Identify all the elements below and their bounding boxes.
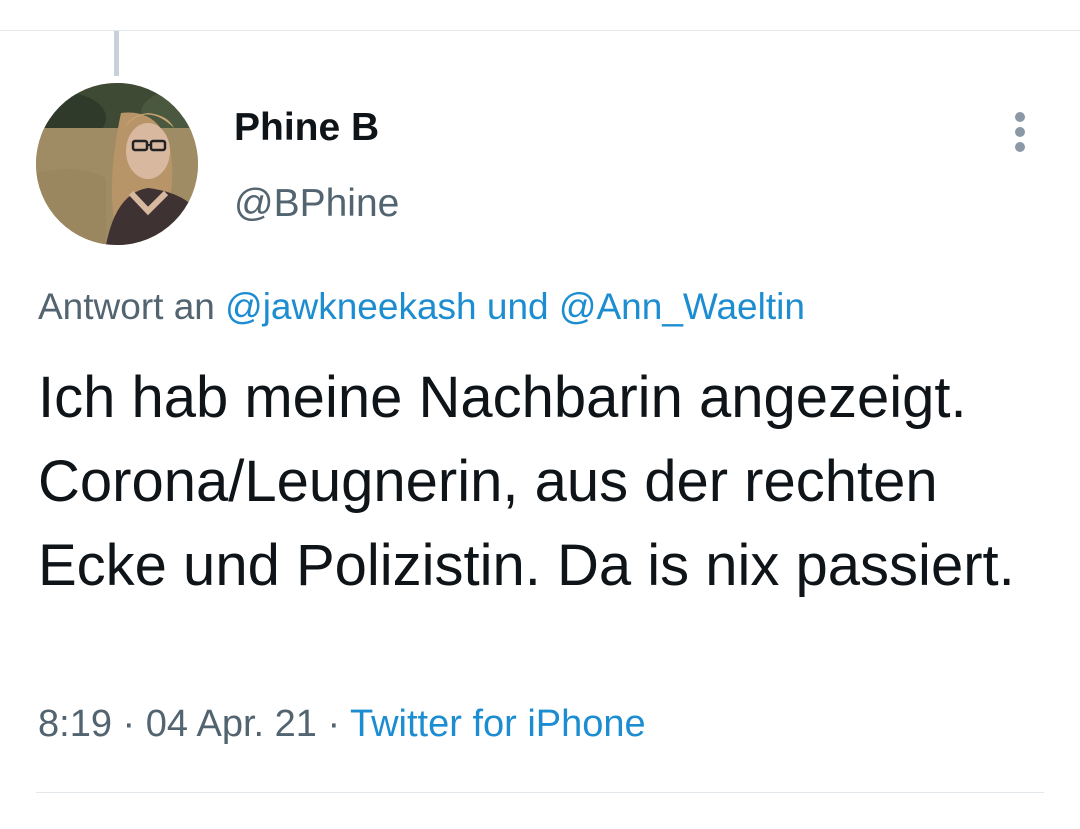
reply-mention-link[interactable]: @Ann_Waeltin bbox=[559, 286, 805, 327]
profile-photo-icon bbox=[36, 83, 198, 245]
meta-separator: · bbox=[327, 703, 341, 745]
tweet-time: 8:19 bbox=[38, 703, 112, 745]
reply-context: Antwort an @jawkneekash und @Ann_Waeltin bbox=[38, 286, 805, 328]
tweet-source-link[interactable]: Twitter for iPhone bbox=[350, 703, 646, 745]
more-vertical-icon bbox=[1015, 112, 1025, 152]
top-divider bbox=[0, 30, 1080, 31]
avatar[interactable] bbox=[36, 83, 198, 245]
reply-joiner[interactable]: und bbox=[487, 286, 549, 327]
tweet-metadata: 8:19 · 04 Apr. 21 · Twitter for iPhone bbox=[38, 703, 646, 746]
bottom-divider bbox=[36, 792, 1044, 793]
tweet-text: Ich hab meine Nachbarin angezeigt. Coron… bbox=[38, 365, 1015, 598]
reply-prefix: Antwort an bbox=[38, 286, 215, 327]
meta-separator: · bbox=[122, 703, 136, 745]
author-display-name[interactable]: Phine B bbox=[234, 106, 379, 150]
author-handle[interactable]: @BPhine bbox=[234, 182, 399, 226]
more-options-button[interactable] bbox=[998, 108, 1042, 156]
reply-mention-link[interactable]: @jawkneekash bbox=[225, 286, 476, 327]
tweet-date: 04 Apr. 21 bbox=[145, 703, 317, 745]
thread-connector-line bbox=[114, 31, 119, 76]
